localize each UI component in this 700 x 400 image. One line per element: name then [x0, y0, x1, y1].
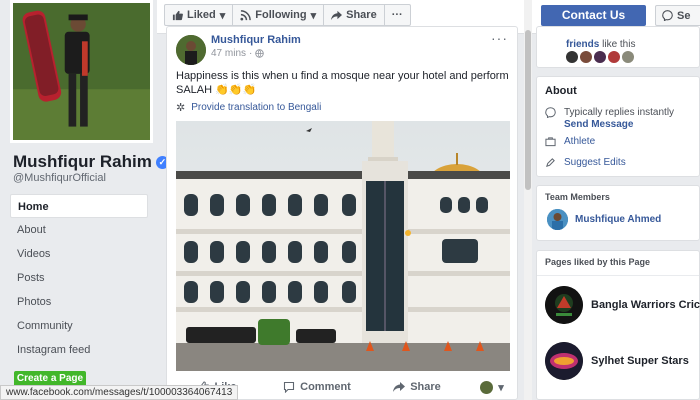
page-handle: @MushfiqurOfficial — [13, 172, 106, 184]
team-member-avatar[interactable] — [547, 209, 568, 230]
avatar-image — [176, 35, 206, 65]
team-members-card: Team Members Mushfique Ahmed — [536, 185, 700, 241]
post-photo[interactable] — [176, 121, 510, 371]
team-member-item[interactable]: Mushfique Ahmed — [547, 209, 661, 230]
liked-page-item[interactable]: Bangla Warriors Crick... — [545, 286, 700, 324]
chevron-down-icon: ▾ — [219, 9, 226, 22]
friends-link[interactable]: friends — [566, 39, 599, 50]
nav-item-home[interactable]: Home — [10, 194, 148, 218]
post-timestamp[interactable]: 47 mins · — [211, 48, 265, 59]
gear-icon: ✲ — [176, 102, 186, 114]
friends-like-text: friends like this — [566, 39, 635, 50]
share-arrow-icon — [331, 10, 343, 20]
post-message: Happiness is this when u find a mosque n… — [176, 70, 509, 96]
comment-button[interactable]: Comment — [267, 376, 367, 398]
page-avatar-icon — [480, 380, 494, 394]
sylhet-super-stars-logo[interactable] — [545, 342, 583, 380]
liked-button[interactable]: Liked ▾ — [165, 5, 234, 25]
post-author-avatar[interactable] — [176, 35, 206, 65]
translation-label[interactable]: Provide translation to Bengali — [191, 102, 321, 113]
liked-pages-heading: Pages liked by this Page — [545, 257, 651, 267]
share-button[interactable]: Share — [367, 376, 467, 398]
avatar-image — [547, 209, 568, 230]
liked-page-name[interactable]: Bangla Warriors Crick... — [591, 299, 700, 311]
mosque-photo-image — [176, 121, 510, 371]
liked-pages-card: Pages liked by this Page Bangla Warriors… — [536, 250, 700, 400]
nav-item-instagram-feed[interactable]: Instagram feed — [10, 338, 148, 362]
status-bar-url: www.facebook.com/messages/t/100003364067… — [0, 385, 239, 400]
team-members-heading: Team Members — [545, 192, 610, 202]
suggest-edits-row: Suggest Edits — [545, 157, 626, 169]
category-row: Athlete — [545, 136, 595, 148]
nav-item-posts[interactable]: Posts — [10, 266, 148, 290]
nav-item-photos[interactable]: Photos — [10, 290, 148, 314]
translation-link[interactable]: ✲ Provide translation to Bengali — [176, 101, 321, 114]
share-arrow-icon — [393, 382, 406, 392]
team-member-name[interactable]: Mushfique Ahmed — [575, 214, 661, 225]
send-label: Se — [677, 9, 691, 22]
bangla-warriors-logo[interactable] — [545, 286, 583, 324]
friend-avatar[interactable] — [580, 51, 592, 63]
pencil-icon — [546, 158, 555, 167]
page-name-text[interactable]: Mushfiqur Rahim — [13, 152, 152, 172]
nav-item-community[interactable]: Community — [10, 314, 148, 338]
response-info: Typically replies instantly Send Message — [545, 107, 674, 131]
warriors-logo-image — [545, 286, 583, 324]
friend-avatar[interactable] — [566, 51, 578, 63]
chevron-down-icon: ▾ — [498, 381, 504, 394]
briefcase-icon — [545, 137, 556, 147]
sylhet-logo-image — [545, 342, 583, 380]
friends-like-card: friends like this — [536, 26, 700, 68]
page-navigation: Home About Videos Posts Photos Community… — [10, 194, 148, 362]
messenger-icon — [545, 107, 556, 118]
globe-icon — [255, 49, 265, 58]
category-link[interactable]: Athlete — [564, 136, 595, 148]
messenger-icon — [662, 10, 673, 21]
comment-label: Comment — [300, 381, 351, 393]
post-time-text[interactable]: 47 mins — [211, 48, 246, 59]
post-options-icon[interactable]: ··· — [491, 30, 508, 46]
rss-icon — [240, 9, 252, 21]
friend-avatar-list — [566, 51, 634, 63]
friend-avatar[interactable] — [608, 51, 620, 63]
friend-avatar[interactable] — [594, 51, 606, 63]
divider — [537, 275, 699, 276]
nav-item-videos[interactable]: Videos — [10, 242, 148, 266]
send-message-button[interactable]: Se — [655, 5, 700, 26]
following-button[interactable]: Following ▾ — [233, 5, 325, 25]
share-label: Share — [346, 9, 377, 21]
scrollbar-thumb[interactable] — [525, 30, 531, 190]
page-action-group: Liked ▾ Following ▾ Share ··· — [164, 4, 411, 26]
liked-page-name[interactable]: Sylhet Super Stars — [591, 355, 689, 367]
share-page-button[interactable]: Share — [324, 5, 385, 25]
about-heading: About — [545, 85, 577, 97]
send-message-link[interactable]: Send Message — [564, 119, 674, 131]
left-column: Mushfiqur Rahim ✓ @MushfiqurOfficial Hom… — [0, 0, 169, 400]
suggest-edits-link[interactable]: Suggest Edits — [564, 157, 626, 169]
audience-selector[interactable]: ▾ — [467, 376, 517, 398]
page-title[interactable]: Mushfiqur Rahim ✓ — [13, 152, 169, 172]
feed-scrollbar[interactable] — [524, 0, 532, 400]
profile-photo-image — [13, 3, 150, 140]
liked-page-item[interactable]: Sylhet Super Stars — [545, 342, 689, 380]
post-author-name[interactable]: Mushfiqur Rahim — [211, 34, 301, 46]
liked-label: Liked — [187, 9, 216, 21]
more-options-button[interactable]: ··· — [385, 5, 410, 25]
profile-picture[interactable] — [10, 0, 153, 143]
share-post-label: Share — [410, 381, 441, 393]
chevron-down-icon: ▾ — [310, 9, 317, 22]
thumbs-up-icon — [172, 10, 183, 20]
contact-us-button[interactable]: Contact Us — [541, 5, 646, 26]
about-card: About Typically replies instantly Send M… — [536, 76, 700, 177]
response-time-text: Typically replies instantly — [564, 107, 675, 118]
comment-icon — [284, 381, 295, 393]
friends-suffix: like this — [599, 39, 636, 50]
post-card: Mushfiqur Rahim 47 mins · ··· Happiness … — [166, 26, 518, 400]
friend-avatar[interactable] — [622, 51, 634, 63]
following-label: Following — [255, 9, 307, 21]
nav-item-about[interactable]: About — [10, 218, 148, 242]
